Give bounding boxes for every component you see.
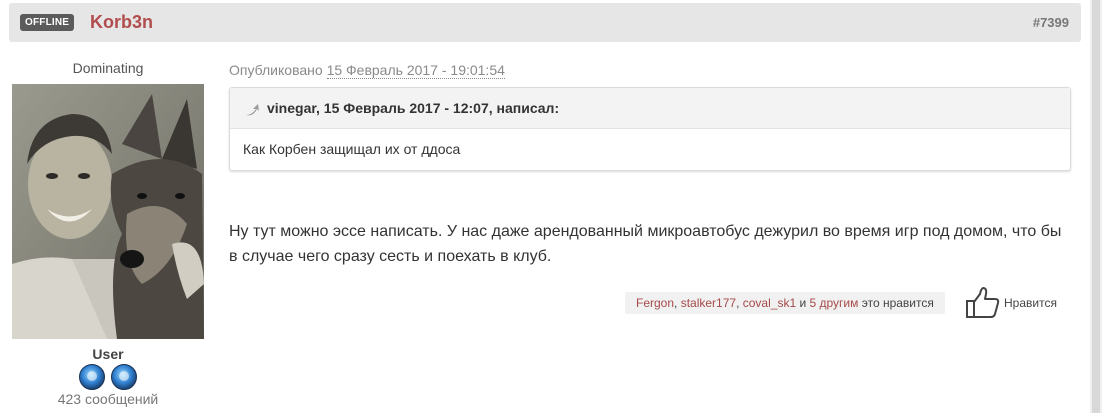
- liker-link[interactable]: coval_sk1: [743, 296, 796, 310]
- separator: ,: [674, 296, 681, 310]
- published-prefix: Опубликовано: [229, 62, 323, 78]
- like-button[interactable]: Нравится: [965, 286, 1057, 320]
- rank-badges: [9, 364, 207, 390]
- post-header: OFFLINE Korb3n #7399: [9, 3, 1081, 42]
- user-info: Dominating User 423 сообщений: [9, 58, 207, 407]
- rank-badge-icon: [110, 364, 137, 390]
- liker-link[interactable]: Fergon: [636, 296, 674, 310]
- separator: ,: [736, 296, 743, 310]
- user-group: User: [92, 346, 124, 362]
- post-meta: Опубликовано 15 Февраль 2017 - 19:01:54: [229, 62, 1071, 79]
- post-date-link[interactable]: 15 Февраль 2017 - 19:01:54: [326, 62, 505, 79]
- user-title: Dominating: [72, 60, 144, 76]
- quote-text: Как Корбен защищал их от ддоса: [243, 141, 461, 157]
- scrollbar-track[interactable]: [1090, 0, 1102, 413]
- quote-block: vinegar, 15 Февраль 2017 - 12:07, написа…: [229, 87, 1071, 171]
- separator: и: [796, 296, 810, 310]
- liker-link[interactable]: stalker177: [681, 296, 736, 310]
- likes-row: Fergon, stalker177, coval_sk1 и 5 другим…: [625, 286, 1075, 326]
- like-button-label: Нравится: [1004, 296, 1057, 310]
- post-content: Ну тут можно эссе написать. У нас даже а…: [229, 223, 1062, 265]
- post-body: Опубликовано 15 Февраль 2017 - 19:01:54 …: [229, 58, 1071, 269]
- rank-badge-icon: [79, 364, 106, 390]
- post-number-link[interactable]: #7399: [1033, 15, 1069, 30]
- quote-arrow-icon[interactable]: [244, 103, 260, 117]
- quote-citation: vinegar, 15 Февраль 2017 - 12:07, написа…: [267, 100, 560, 116]
- thumbs-up-icon: [966, 287, 1000, 318]
- forum-post: OFFLINE Korb3n #7399 Dominating User 423…: [0, 0, 1090, 413]
- author-name-link[interactable]: Korb3n: [90, 12, 153, 33]
- scrollbar-thumb[interactable]: [1092, 0, 1100, 413]
- likers-others-link[interactable]: 5 другим: [810, 296, 859, 310]
- post-count: 423 сообщений: [57, 391, 159, 407]
- quote-header: vinegar, 15 Февраль 2017 - 12:07, написа…: [230, 88, 1070, 129]
- likes-suffix: это нравится: [858, 296, 934, 310]
- status-badge: OFFLINE: [20, 14, 75, 31]
- likers-box: Fergon, stalker177, coval_sk1 и 5 другим…: [625, 292, 945, 314]
- avatar[interactable]: [12, 84, 204, 339]
